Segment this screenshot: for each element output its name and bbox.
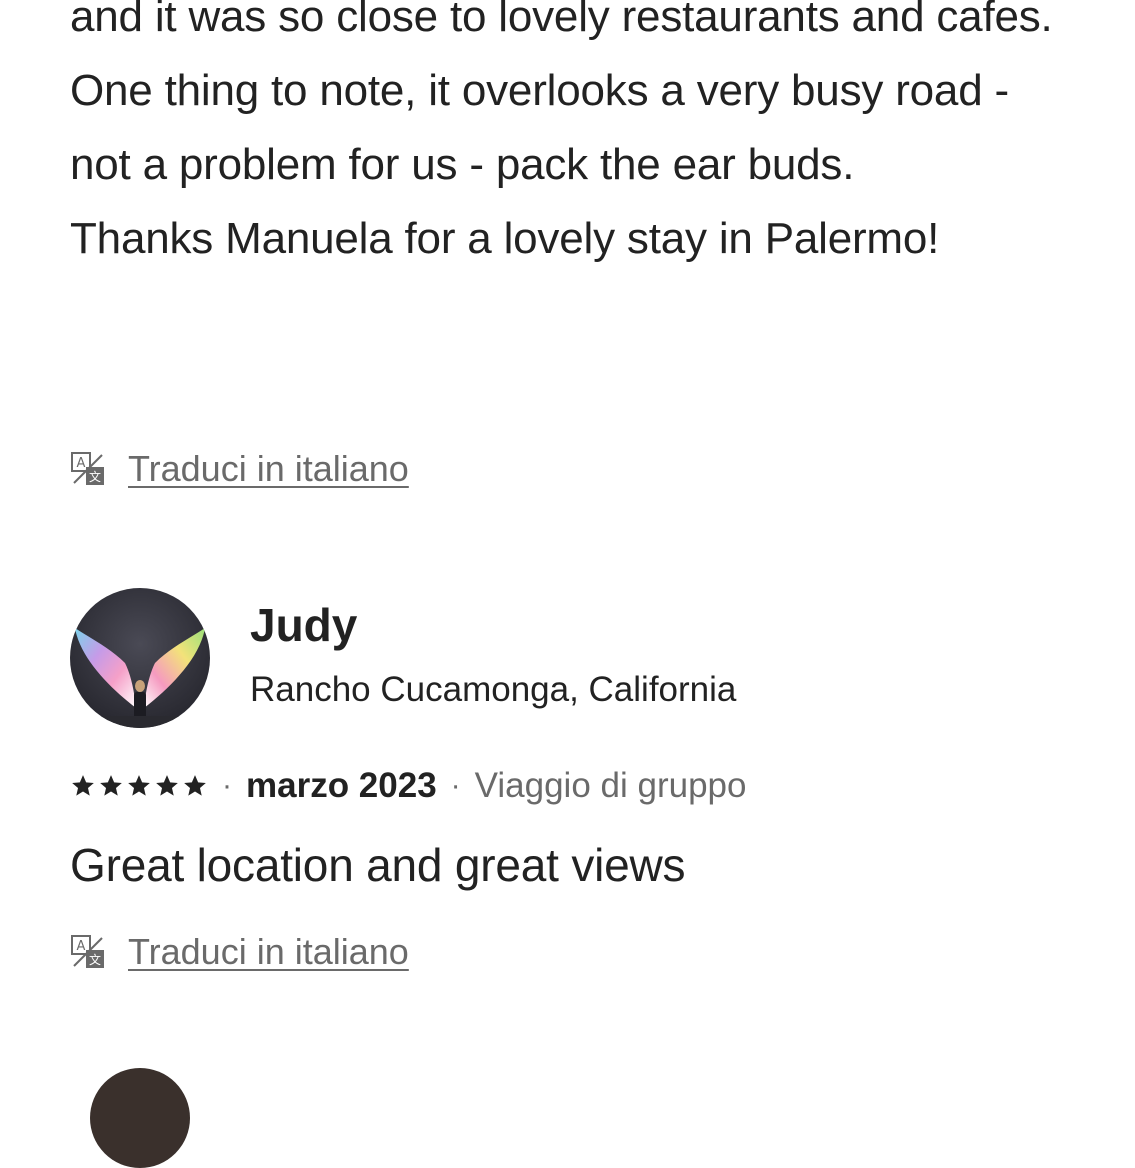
separator-dot: · [450,769,461,802]
star-icon [184,775,206,796]
star-icon [156,775,178,796]
star-rating [70,773,208,799]
svg-text:文: 文 [89,952,101,967]
translate-icon: A 文 [71,935,104,968]
svg-text:A: A [77,939,86,954]
trip-type: Viaggio di gruppo [474,766,747,805]
svg-text:A: A [77,456,86,471]
translate-icon: A 文 [71,452,104,485]
avatar[interactable] [70,588,210,728]
separator-dot: · [222,769,232,802]
review-meta: · marzo 2023 · Viaggio di gruppo [70,766,746,806]
avatar[interactable] [90,1068,190,1168]
star-icon [128,775,150,796]
reviewer-name: Judy [250,599,358,651]
review-text: and it was so close to lovely restaurant… [70,0,1053,263]
avatar-photo [70,628,210,728]
star-icon [100,775,122,796]
translate-label: Traduci in italiano [128,448,409,489]
translate-link[interactable]: A 文 Traduci in italiano [70,931,409,973]
review-text: Great location and great views [70,839,686,891]
review-date: marzo 2023 [246,766,437,805]
star-icon [72,775,94,796]
svg-text:文: 文 [89,469,101,484]
reviewer-location: Rancho Cucamonga, California [250,670,737,709]
translate-label: Traduci in italiano [128,931,409,972]
translate-link[interactable]: A 文 Traduci in italiano [70,448,409,490]
